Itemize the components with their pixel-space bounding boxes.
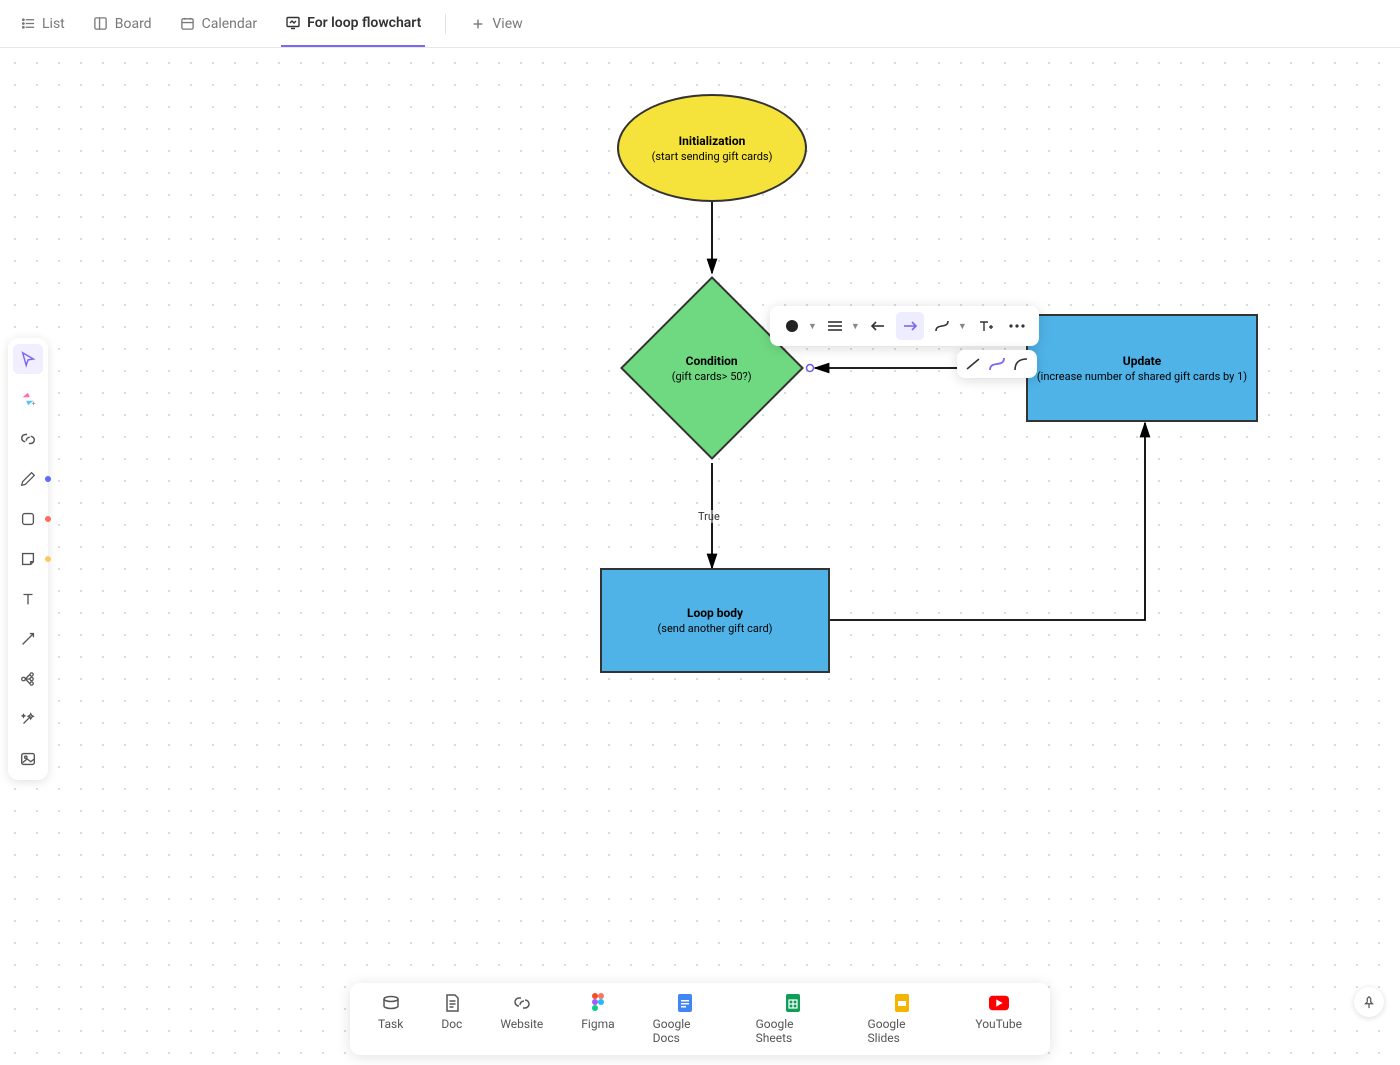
node-loop-body[interactable]: Loop body (send another gift card) (600, 568, 830, 673)
dock-website-label: Website (500, 1017, 543, 1031)
tab-flowchart[interactable]: For loop flowchart (281, 0, 425, 47)
node-condition-title: Condition (652, 354, 772, 368)
insert-dock: Task Doc Website Figma Google Docs Googl… (350, 983, 1050, 1055)
tab-list[interactable]: List (16, 0, 69, 47)
tool-shape[interactable] (13, 504, 43, 534)
dock-figma[interactable]: Figma (581, 993, 614, 1045)
edge-label-true[interactable]: True (696, 510, 722, 523)
chevron-down-icon: ▼ (851, 321, 860, 332)
tab-add-view-label: View (492, 16, 522, 32)
color-indicator-icon (45, 516, 51, 522)
node-condition-sub: (gift cards> 50?) (652, 370, 772, 383)
connector-text-button[interactable] (971, 312, 999, 340)
dock-google-slides[interactable]: Google Slides (868, 993, 938, 1045)
node-update-title: Update (1123, 354, 1161, 368)
connector-path-style-button[interactable] (928, 312, 956, 340)
tab-divider (445, 14, 446, 34)
dock-google-slides-label: Google Slides (868, 1017, 938, 1045)
node-loop-body-title: Loop body (687, 606, 743, 620)
tool-magic[interactable] (13, 704, 43, 734)
tool-pen[interactable] (13, 464, 43, 494)
dock-task[interactable]: Task (378, 993, 403, 1045)
connector-stroke-button[interactable] (821, 312, 849, 340)
node-initialization[interactable]: Initialization (start sending gift cards… (617, 94, 807, 202)
tool-text[interactable] (13, 584, 43, 614)
whiteboard-icon (285, 15, 301, 31)
dock-website[interactable]: Website (500, 993, 543, 1045)
path-elbow-button[interactable] (1011, 355, 1031, 373)
google-docs-icon (675, 993, 695, 1013)
tool-image[interactable] (13, 744, 43, 774)
view-tabs: List Board Calendar For loop flowchart V… (0, 0, 1400, 48)
dock-google-sheets[interactable]: Google Sheets (756, 993, 830, 1045)
tool-ai[interactable]: + (13, 384, 43, 414)
dock-google-docs[interactable]: Google Docs (653, 993, 718, 1045)
plus-icon (470, 16, 486, 32)
dock-google-sheets-label: Google Sheets (756, 1017, 830, 1045)
color-indicator-icon (45, 476, 51, 482)
tab-calendar[interactable]: Calendar (176, 0, 262, 47)
connector-end-arrow-button[interactable] (896, 312, 924, 340)
dock-doc-label: Doc (441, 1017, 462, 1031)
left-toolbar: + (8, 338, 48, 780)
node-update[interactable]: Update (increase number of shared gift c… (1026, 314, 1258, 422)
website-icon (512, 993, 532, 1013)
tab-board-label: Board (115, 16, 152, 32)
path-curved-button[interactable] (987, 355, 1007, 373)
dock-figma-label: Figma (581, 1017, 614, 1031)
dock-task-label: Task (378, 1017, 403, 1031)
node-loop-body-sub: (send another gift card) (658, 622, 773, 635)
connector-color-button[interactable] (778, 312, 806, 340)
color-indicator-icon (45, 556, 51, 562)
figma-icon (588, 993, 608, 1013)
connector-toolbar: ▼ ▼ ▼ (770, 306, 1039, 346)
doc-icon (442, 993, 462, 1013)
google-slides-icon (892, 993, 912, 1013)
tab-board[interactable]: Board (89, 0, 156, 47)
task-icon (381, 993, 401, 1013)
tab-flowchart-label: For loop flowchart (307, 15, 421, 31)
tab-add-view[interactable]: View (466, 0, 526, 47)
node-condition[interactable]: Condition (gift cards> 50?) (622, 278, 802, 458)
connector-start-arrow-button[interactable] (864, 312, 892, 340)
calendar-icon (180, 16, 196, 32)
whiteboard-canvas[interactable]: True Initialization (start sending gift … (0, 48, 1400, 1065)
dock-youtube[interactable]: YouTube (975, 993, 1022, 1045)
list-icon (20, 16, 36, 32)
connector-path-submenu (957, 350, 1037, 378)
dock-youtube-label: YouTube (975, 1017, 1022, 1031)
node-update-sub: (increase number of shared gift cards by… (1037, 370, 1247, 383)
tool-mindmap[interactable] (13, 664, 43, 694)
tool-select[interactable] (13, 344, 43, 374)
path-straight-button[interactable] (963, 355, 983, 373)
tool-link[interactable] (13, 424, 43, 454)
board-icon (93, 16, 109, 32)
node-initialization-sub: (start sending gift cards) (652, 150, 773, 163)
connector-more-button[interactable] (1003, 312, 1031, 340)
dock-google-docs-label: Google Docs (653, 1017, 718, 1045)
tool-connector[interactable] (13, 624, 43, 654)
tool-sticky[interactable] (13, 544, 43, 574)
chevron-down-icon: ▼ (958, 321, 967, 332)
node-initialization-title: Initialization (679, 134, 746, 148)
svg-text:+: + (32, 399, 36, 408)
google-sheets-icon (783, 993, 803, 1013)
pin-button[interactable] (1354, 987, 1384, 1017)
dock-doc[interactable]: Doc (441, 993, 462, 1045)
chevron-down-icon: ▼ (808, 321, 817, 332)
tab-list-label: List (42, 16, 65, 32)
youtube-icon (989, 993, 1009, 1013)
tab-calendar-label: Calendar (202, 16, 258, 32)
